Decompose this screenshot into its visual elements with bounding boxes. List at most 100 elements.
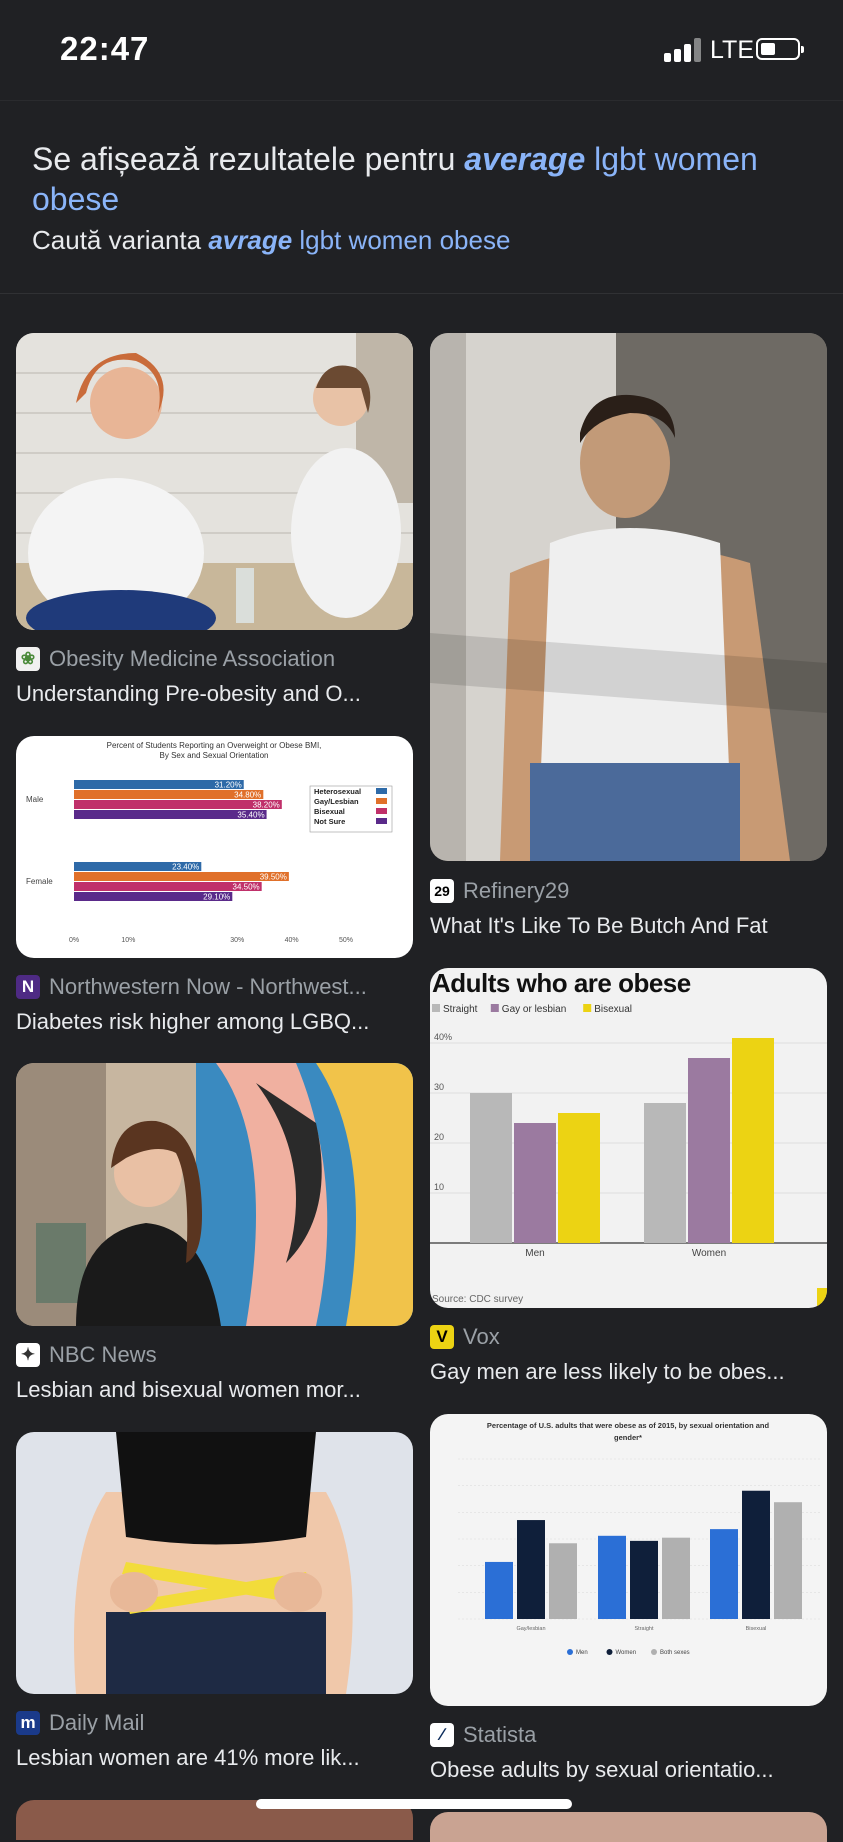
y-tick-label: 20 xyxy=(434,1132,444,1142)
bar xyxy=(774,1502,802,1619)
bar xyxy=(74,800,282,809)
legend-swatch xyxy=(376,808,387,814)
image-result-card[interactable]: Percent of Students Reporting an Overwei… xyxy=(16,736,413,1036)
vox-icon: V xyxy=(430,1325,454,1349)
bar xyxy=(732,1038,774,1243)
bar xyxy=(742,1490,770,1619)
bar xyxy=(688,1058,730,1243)
northwestern-bar-chart: Percent of Students Reporting an Overwei… xyxy=(26,741,393,944)
legend-swatch xyxy=(567,1649,573,1655)
x-category-label: Men xyxy=(525,1248,544,1259)
original-query-rest-link[interactable]: lgbt women obese xyxy=(292,225,510,255)
result-source: ∕ Statista xyxy=(430,1722,536,1748)
legend-swatch xyxy=(490,1004,499,1012)
image-result-card[interactable]: 29 Refinery29 What It's Like To Be Butch… xyxy=(430,333,827,943)
x-tick-label: 30% xyxy=(230,937,244,944)
bar-label: 23.40% xyxy=(172,863,199,872)
bar xyxy=(517,1520,545,1619)
bar xyxy=(644,1103,686,1243)
legend-label: Men xyxy=(576,1650,588,1656)
bar-label: 39.50% xyxy=(260,873,287,882)
legend-label: Bisexual xyxy=(314,807,345,816)
peacock-icon: ✦ xyxy=(16,1343,40,1367)
legend-swatch xyxy=(432,1004,440,1012)
bar-label: 34.80% xyxy=(234,791,261,800)
bar xyxy=(598,1535,626,1619)
legend-swatch xyxy=(583,1004,592,1012)
spelling-correction-notice: Se afișează rezultatele pentru average l… xyxy=(0,100,843,294)
result-source: V Vox xyxy=(430,1324,500,1350)
result-title[interactable]: What It's Like To Be Butch And Fat xyxy=(430,913,827,939)
group-label: Male xyxy=(26,795,44,804)
x-tick-label: 0% xyxy=(69,937,79,944)
x-tick-label: 10% xyxy=(121,937,135,944)
legend-swatch xyxy=(606,1649,613,1655)
original-query-link[interactable]: avrage xyxy=(208,225,292,255)
x-category-label: Straight xyxy=(635,1626,654,1632)
statista-icon: ∕ xyxy=(430,1723,454,1747)
refinery-icon: 29 xyxy=(430,879,454,903)
y-tick-label: 30 xyxy=(434,1082,444,1092)
battery-icon xyxy=(756,38,804,60)
legend-swatch xyxy=(376,818,387,824)
image-result-card[interactable]: m Daily Mail Lesbian women are 41% more … xyxy=(16,1432,413,1802)
x-tick-label: 50% xyxy=(339,937,353,944)
image-result-card[interactable]: Percentage of U.S. adults that were obes… xyxy=(430,1414,827,1799)
chart-source: Source: CDC survey xyxy=(432,1294,523,1305)
legend-label: Women xyxy=(616,1650,637,1656)
result-thumbnail[interactable] xyxy=(430,333,827,861)
result-thumbnail[interactable] xyxy=(16,1432,413,1694)
result-title[interactable]: Understanding Pre-obesity and O... xyxy=(16,681,413,707)
bar xyxy=(514,1123,556,1243)
result-title[interactable]: Lesbian women are 41% more lik... xyxy=(16,1745,413,1771)
result-thumbnail[interactable]: Adults who are obese Straight Gay or lesb… xyxy=(430,968,827,1308)
bar-label: 31.20% xyxy=(215,781,242,790)
legend-label: Not Sure xyxy=(314,817,345,826)
y-tick-label: 40% xyxy=(434,1032,452,1042)
chart-subtitle: gender* xyxy=(614,1433,642,1442)
vox-bar-chart: Adults who are obese Straight Gay or lesb… xyxy=(430,968,827,1308)
image-result-card[interactable]: ❀ Obesity Medicine Association Understan… xyxy=(16,333,413,713)
result-thumbnail[interactable]: Percent of Students Reporting an Overwei… xyxy=(16,736,413,958)
result-source: 29 Refinery29 xyxy=(430,878,569,904)
dailymail-icon: m xyxy=(16,1711,40,1735)
showing-results-for: Se afișează rezultatele pentru average l… xyxy=(32,141,758,217)
result-source: ✦ NBC News xyxy=(16,1342,157,1368)
northwestern-icon: N xyxy=(16,975,40,999)
bar-label: 35.40% xyxy=(237,811,264,820)
bar-label: 34.50% xyxy=(233,883,260,892)
result-thumbnail[interactable] xyxy=(16,1063,413,1326)
result-source: ❀ Obesity Medicine Association xyxy=(16,646,335,672)
legend-swatch xyxy=(376,798,387,804)
status-bar: 22:47 LTE xyxy=(0,0,843,100)
y-tick-label: 10 xyxy=(434,1182,444,1192)
chart-title: Adults who are obese xyxy=(432,968,691,998)
network-type: LTE xyxy=(710,36,754,64)
home-indicator[interactable] xyxy=(256,1799,572,1809)
x-category-label: Women xyxy=(692,1248,726,1259)
next-result-thumbnail[interactable] xyxy=(430,1812,827,1842)
legend-label: Straight xyxy=(443,1004,478,1015)
legend-swatch xyxy=(651,1649,657,1655)
result-title[interactable]: Obese adults by sexual orientatio... xyxy=(430,1757,827,1783)
result-thumbnail[interactable] xyxy=(16,333,413,630)
result-thumbnail[interactable]: Percentage of U.S. adults that were obes… xyxy=(430,1414,827,1706)
bar xyxy=(470,1093,512,1243)
legend-label: Heterosexual xyxy=(314,787,361,796)
image-result-card[interactable]: Adults who are obese Straight Gay or lesb… xyxy=(430,968,827,1388)
x-category-label: Bisexual xyxy=(746,1626,767,1632)
legend-label: Gay or lesbian xyxy=(502,1004,566,1015)
bar xyxy=(662,1537,690,1619)
corrected-query-link[interactable]: average xyxy=(464,141,585,177)
legend-label: Bisexual xyxy=(594,1004,632,1015)
bar xyxy=(630,1540,658,1619)
result-title[interactable]: Lesbian and bisexual women mor... xyxy=(16,1377,413,1403)
result-title[interactable]: Diabetes risk higher among LGBQ... xyxy=(16,1009,413,1035)
bar xyxy=(549,1543,577,1619)
bar xyxy=(558,1113,600,1243)
image-result-card[interactable]: ✦ NBC News Lesbian and bisexual women mo… xyxy=(16,1063,413,1403)
cellular-signal-icon xyxy=(664,38,702,62)
legend-swatch xyxy=(376,788,387,794)
x-category-label: Gay/lesbian xyxy=(516,1626,545,1632)
result-title[interactable]: Gay men are less likely to be obes... xyxy=(430,1359,827,1385)
